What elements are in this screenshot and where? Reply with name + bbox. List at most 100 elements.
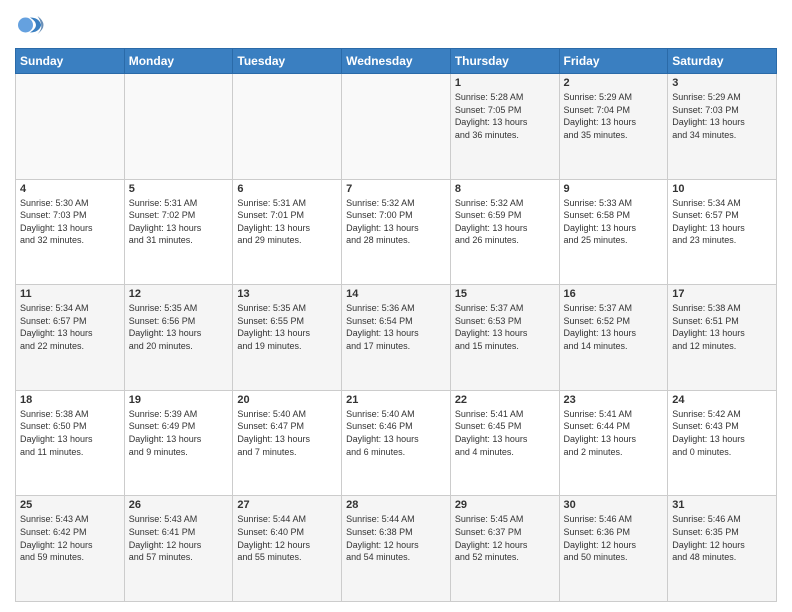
- calendar-cell: 30 Sunrise: 5:46 AM Sunset: 6:36 PM Dayli…: [559, 496, 668, 602]
- calendar-cell: 24 Sunrise: 5:42 AM Sunset: 6:43 PM Dayli…: [668, 390, 777, 496]
- calendar-cell: 1Sunrise: 5:28 AM Sunset: 7:05 PM Daylig…: [450, 74, 559, 180]
- day-info: Sunrise: 5:32 AM Sunset: 7:00 PM Dayligh…: [346, 197, 446, 247]
- day-info: Sunrise: 5:29 AM Sunset: 7:03 PM Dayligh…: [672, 91, 772, 141]
- day-info: Sunrise: 5:31 AM Sunset: 7:02 PM Dayligh…: [129, 197, 229, 247]
- weekday-header: Tuesday: [233, 49, 342, 74]
- calendar-cell: 3Sunrise: 5:29 AM Sunset: 7:03 PM Daylig…: [668, 74, 777, 180]
- calendar-cell: 21 Sunrise: 5:40 AM Sunset: 6:46 PM Dayli…: [342, 390, 451, 496]
- calendar-cell: 16 Sunrise: 5:37 AM Sunset: 6:52 PM Dayli…: [559, 285, 668, 391]
- calendar-cell: 26 Sunrise: 5:43 AM Sunset: 6:41 PM Dayli…: [124, 496, 233, 602]
- day-info: Sunrise: 5:34 AM Sunset: 6:57 PM Dayligh…: [20, 302, 120, 352]
- day-number: 22: [455, 394, 555, 406]
- weekday-header: Sunday: [16, 49, 125, 74]
- calendar-cell: 22 Sunrise: 5:41 AM Sunset: 6:45 PM Dayli…: [450, 390, 559, 496]
- day-info: Sunrise: 5:30 AM Sunset: 7:03 PM Dayligh…: [20, 197, 120, 247]
- day-number: 4: [20, 183, 120, 195]
- day-number: 13: [237, 288, 337, 300]
- calendar-cell: 18 Sunrise: 5:38 AM Sunset: 6:50 PM Dayli…: [16, 390, 125, 496]
- day-info: Sunrise: 5:31 AM Sunset: 7:01 PM Dayligh…: [237, 197, 337, 247]
- calendar-cell: 15 Sunrise: 5:37 AM Sunset: 6:53 PM Dayli…: [450, 285, 559, 391]
- day-info: Sunrise: 5:38 AM Sunset: 6:50 PM Dayligh…: [20, 408, 120, 458]
- calendar-body: 1Sunrise: 5:28 AM Sunset: 7:05 PM Daylig…: [16, 74, 777, 602]
- day-info: Sunrise: 5:35 AM Sunset: 6:55 PM Dayligh…: [237, 302, 337, 352]
- logo-icon: [15, 10, 45, 40]
- calendar-cell: 20 Sunrise: 5:40 AM Sunset: 6:47 PM Dayli…: [233, 390, 342, 496]
- day-number: 28: [346, 499, 446, 511]
- day-number: 11: [20, 288, 120, 300]
- calendar-cell: 10 Sunrise: 5:34 AM Sunset: 6:57 PM Dayli…: [668, 179, 777, 285]
- page: SundayMondayTuesdayWednesdayThursdayFrid…: [0, 0, 792, 612]
- day-info: Sunrise: 5:35 AM Sunset: 6:56 PM Dayligh…: [129, 302, 229, 352]
- weekday-header: Thursday: [450, 49, 559, 74]
- day-info: Sunrise: 5:32 AM Sunset: 6:59 PM Dayligh…: [455, 197, 555, 247]
- day-info: Sunrise: 5:46 AM Sunset: 6:36 PM Dayligh…: [564, 513, 664, 563]
- day-number: 26: [129, 499, 229, 511]
- day-number: 7: [346, 183, 446, 195]
- calendar-cell: 6 Sunrise: 5:31 AM Sunset: 7:01 PM Daylig…: [233, 179, 342, 285]
- day-number: 16: [564, 288, 664, 300]
- calendar-week: 11 Sunrise: 5:34 AM Sunset: 6:57 PM Dayli…: [16, 285, 777, 391]
- calendar-week: 4 Sunrise: 5:30 AM Sunset: 7:03 PM Daylig…: [16, 179, 777, 285]
- day-number: 18: [20, 394, 120, 406]
- day-info: Sunrise: 5:43 AM Sunset: 6:41 PM Dayligh…: [129, 513, 229, 563]
- day-number: 20: [237, 394, 337, 406]
- day-info: Sunrise: 5:38 AM Sunset: 6:51 PM Dayligh…: [672, 302, 772, 352]
- calendar-cell: 2 Sunrise: 5:29 AM Sunset: 7:04 PM Daylig…: [559, 74, 668, 180]
- day-info: Sunrise: 5:44 AM Sunset: 6:40 PM Dayligh…: [237, 513, 337, 563]
- day-number: 17: [672, 288, 772, 300]
- day-info: Sunrise: 5:37 AM Sunset: 6:53 PM Dayligh…: [455, 302, 555, 352]
- day-info: Sunrise: 5:33 AM Sunset: 6:58 PM Dayligh…: [564, 197, 664, 247]
- day-number: 2: [564, 77, 664, 89]
- calendar-cell: 5 Sunrise: 5:31 AM Sunset: 7:02 PM Daylig…: [124, 179, 233, 285]
- calendar-cell: 11 Sunrise: 5:34 AM Sunset: 6:57 PM Dayli…: [16, 285, 125, 391]
- calendar-cell: 7 Sunrise: 5:32 AM Sunset: 7:00 PM Daylig…: [342, 179, 451, 285]
- day-number: 15: [455, 288, 555, 300]
- day-info: Sunrise: 5:37 AM Sunset: 6:52 PM Dayligh…: [564, 302, 664, 352]
- day-info: Sunrise: 5:43 AM Sunset: 6:42 PM Dayligh…: [20, 513, 120, 563]
- day-info: Sunrise: 5:40 AM Sunset: 6:46 PM Dayligh…: [346, 408, 446, 458]
- day-number: 31: [672, 499, 772, 511]
- day-number: 24: [672, 394, 772, 406]
- calendar-cell: [16, 74, 125, 180]
- day-number: 12: [129, 288, 229, 300]
- day-number: 6: [237, 183, 337, 195]
- day-number: 5: [129, 183, 229, 195]
- calendar-cell: 29Sunrise: 5:45 AM Sunset: 6:37 PM Dayli…: [450, 496, 559, 602]
- weekday-header: Saturday: [668, 49, 777, 74]
- day-info: Sunrise: 5:41 AM Sunset: 6:45 PM Dayligh…: [455, 408, 555, 458]
- day-number: 23: [564, 394, 664, 406]
- calendar-cell: 23Sunrise: 5:41 AM Sunset: 6:44 PM Dayli…: [559, 390, 668, 496]
- day-number: 10: [672, 183, 772, 195]
- weekday-header: Wednesday: [342, 49, 451, 74]
- calendar-cell: 27 Sunrise: 5:44 AM Sunset: 6:40 PM Dayli…: [233, 496, 342, 602]
- day-number: 1: [455, 77, 555, 89]
- calendar-cell: [233, 74, 342, 180]
- calendar-header: SundayMondayTuesdayWednesdayThursdayFrid…: [16, 49, 777, 74]
- day-number: 21: [346, 394, 446, 406]
- day-info: Sunrise: 5:36 AM Sunset: 6:54 PM Dayligh…: [346, 302, 446, 352]
- calendar-cell: 12 Sunrise: 5:35 AM Sunset: 6:56 PM Dayli…: [124, 285, 233, 391]
- calendar-cell: 25Sunrise: 5:43 AM Sunset: 6:42 PM Dayli…: [16, 496, 125, 602]
- weekday-row: SundayMondayTuesdayWednesdayThursdayFrid…: [16, 49, 777, 74]
- calendar-cell: 19 Sunrise: 5:39 AM Sunset: 6:49 PM Dayli…: [124, 390, 233, 496]
- calendar-cell: 17 Sunrise: 5:38 AM Sunset: 6:51 PM Dayli…: [668, 285, 777, 391]
- day-info: Sunrise: 5:40 AM Sunset: 6:47 PM Dayligh…: [237, 408, 337, 458]
- day-number: 29: [455, 499, 555, 511]
- day-number: 30: [564, 499, 664, 511]
- calendar: SundayMondayTuesdayWednesdayThursdayFrid…: [15, 48, 777, 602]
- calendar-cell: 8Sunrise: 5:32 AM Sunset: 6:59 PM Daylig…: [450, 179, 559, 285]
- calendar-cell: 31 Sunrise: 5:46 AM Sunset: 6:35 PM Dayli…: [668, 496, 777, 602]
- calendar-cell: 13 Sunrise: 5:35 AM Sunset: 6:55 PM Dayli…: [233, 285, 342, 391]
- weekday-header: Friday: [559, 49, 668, 74]
- day-info: Sunrise: 5:42 AM Sunset: 6:43 PM Dayligh…: [672, 408, 772, 458]
- calendar-cell: [124, 74, 233, 180]
- day-info: Sunrise: 5:44 AM Sunset: 6:38 PM Dayligh…: [346, 513, 446, 563]
- day-info: Sunrise: 5:46 AM Sunset: 6:35 PM Dayligh…: [672, 513, 772, 563]
- day-number: 14: [346, 288, 446, 300]
- day-number: 19: [129, 394, 229, 406]
- day-info: Sunrise: 5:29 AM Sunset: 7:04 PM Dayligh…: [564, 91, 664, 141]
- day-info: Sunrise: 5:34 AM Sunset: 6:57 PM Dayligh…: [672, 197, 772, 247]
- calendar-week: 18 Sunrise: 5:38 AM Sunset: 6:50 PM Dayli…: [16, 390, 777, 496]
- day-info: Sunrise: 5:39 AM Sunset: 6:49 PM Dayligh…: [129, 408, 229, 458]
- day-number: 27: [237, 499, 337, 511]
